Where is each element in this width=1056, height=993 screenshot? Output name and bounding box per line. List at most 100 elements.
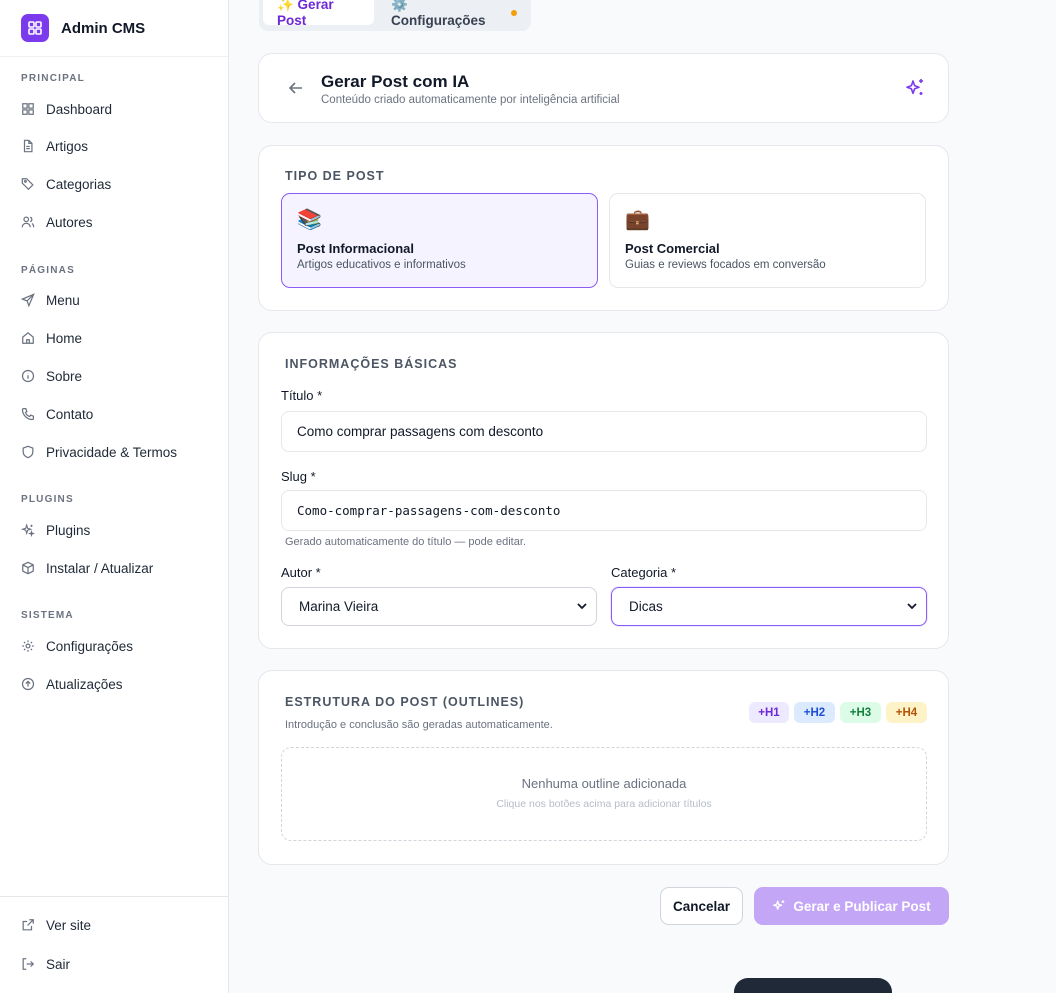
users-icon xyxy=(21,215,35,229)
tab-configuracoes[interactable]: ⚙️ Configurações xyxy=(377,0,531,28)
sidebar-item-autores[interactable]: Autores xyxy=(21,211,93,233)
brand-name: Admin CMS xyxy=(61,19,146,37)
empty-subtitle: Clique nos botões acima para adicionar t… xyxy=(496,798,712,810)
sparkle-icon xyxy=(773,900,785,910)
sidebar-item-label: Sobre xyxy=(46,368,83,384)
title-input[interactable]: Como comprar passagens com desconto xyxy=(281,411,927,452)
author-select-value: Marina Vieira xyxy=(299,599,379,614)
sidebar-item-label: Sair xyxy=(46,956,71,972)
generate-publish-button[interactable]: Gerar e Publicar Post xyxy=(754,887,949,925)
section-subtitle: Introdução e conclusão são geradas autom… xyxy=(285,719,553,731)
outlines-empty-state: Nenhuma outline adicionada Clique nos bo… xyxy=(281,747,927,841)
post-type-comercial[interactable]: 💼 Post Comercial Guias e reviews focados… xyxy=(609,193,926,288)
section-label-paginas: PÁGINAS xyxy=(21,265,75,276)
slug-label: Slug * xyxy=(281,469,316,484)
basic-info-card: INFORMAÇÕES BÁSICAS Título * Como compra… xyxy=(258,332,949,649)
add-h1-button[interactable]: +H1 xyxy=(749,702,789,723)
sidebar-item-label: Ver site xyxy=(46,917,92,933)
dashboard-icon xyxy=(21,102,35,116)
sidebar-item-label: Privacidade & Termos xyxy=(46,444,178,460)
sidebar-item-atualizacoes[interactable]: Atualizações xyxy=(21,673,123,695)
post-type-desc: Artigos educativos e informativos xyxy=(297,259,466,271)
section-title: INFORMAÇÕES BÁSICAS xyxy=(285,357,458,371)
sidebar-item-label: Dashboard xyxy=(46,101,113,117)
tag-icon xyxy=(21,177,35,191)
category-label: Categoria * xyxy=(611,565,677,580)
author-label: Autor * xyxy=(281,565,321,580)
cancel-button[interactable]: Cancelar xyxy=(660,887,743,925)
title-label: Título * xyxy=(281,388,323,403)
sidebar-item-ver-site[interactable]: Ver site xyxy=(21,914,91,936)
phone-icon xyxy=(21,407,35,421)
generate-publish-label: Gerar e Publicar Post xyxy=(793,898,931,914)
section-title: ESTRUTURA DO POST (OUTLINES) xyxy=(285,695,525,709)
books-icon: 📚 xyxy=(297,209,322,231)
empty-title: Nenhuma outline adicionada xyxy=(521,776,687,791)
author-select[interactable]: Marina Vieira xyxy=(281,587,597,626)
chevron-down-icon xyxy=(577,603,587,610)
sidebar-item-menu[interactable]: Menu xyxy=(21,289,80,311)
sidebar-item-label: Menu xyxy=(46,292,80,308)
home-icon xyxy=(21,331,35,345)
page-header: Gerar Post com IA Conteúdo criado automa… xyxy=(258,53,949,123)
sidebar-item-label: Contato xyxy=(46,406,94,422)
sidebar-item-plugins[interactable]: Plugins xyxy=(21,519,90,541)
sidebar-item-label: Plugins xyxy=(46,522,91,538)
section-label-plugins: PLUGINS xyxy=(21,494,74,505)
page-subtitle: Conteúdo criado automaticamente por inte… xyxy=(321,94,620,106)
add-h2-button[interactable]: +H2 xyxy=(794,702,835,723)
post-type-informacional[interactable]: 📚 Post Informacional Artigos educativos … xyxy=(281,193,598,288)
sidebar-item-label: Instalar / Atualizar xyxy=(46,560,154,576)
sparkle-icon xyxy=(21,523,35,537)
sidebar-item-artigos[interactable]: Artigos xyxy=(21,135,88,157)
notification-dot xyxy=(511,9,517,16)
sidebar-item-dashboard[interactable]: Dashboard xyxy=(21,98,112,120)
sidebar-item-configuracoes[interactable]: Configurações xyxy=(21,635,133,657)
floating-toolbar[interactable] xyxy=(734,978,892,993)
back-arrow-icon[interactable] xyxy=(287,79,305,97)
sidebar-item-home[interactable]: Home xyxy=(21,327,82,349)
category-select-value: Dicas xyxy=(629,599,663,614)
slug-input[interactable]: Como-comprar-passagens-com-desconto xyxy=(281,490,927,531)
outlines-card: ESTRUTURA DO POST (OUTLINES) Introdução … xyxy=(258,670,949,865)
brand[interactable]: Admin CMS xyxy=(0,0,228,57)
package-icon xyxy=(21,561,35,575)
sidebar-item-instalar[interactable]: Instalar / Atualizar xyxy=(21,557,153,579)
sidebar-item-categorias[interactable]: Categorias xyxy=(21,173,111,195)
gear-icon xyxy=(21,639,35,653)
chevron-down-icon xyxy=(907,603,917,610)
upload-icon xyxy=(21,677,35,691)
logout-icon xyxy=(21,957,35,971)
sparkle-icon xyxy=(904,77,926,99)
sidebar-item-privacidade[interactable]: Privacidade & Termos xyxy=(21,441,177,463)
sidebar-item-label: Home xyxy=(46,330,83,346)
sidebar-item-contato[interactable]: Contato xyxy=(21,403,93,425)
sidebar-item-label: Configurações xyxy=(46,638,134,654)
tab-bar: ✨ Gerar Post ⚙️ Configurações xyxy=(259,0,531,31)
post-type-title: Post Comercial xyxy=(625,241,720,256)
add-h4-button[interactable]: +H4 xyxy=(886,702,927,723)
sidebar-footer xyxy=(0,896,228,993)
briefcase-icon: 💼 xyxy=(625,209,650,231)
section-title: TIPO DE POST xyxy=(285,169,385,183)
post-type-title: Post Informacional xyxy=(297,241,415,256)
sidebar-item-label: Artigos xyxy=(46,138,89,154)
sidebar-item-sobre[interactable]: Sobre xyxy=(21,365,82,387)
section-label-sistema: SISTEMA xyxy=(21,610,74,621)
sidebar-item-label: Categorias xyxy=(46,176,112,192)
send-icon xyxy=(21,293,35,307)
category-select[interactable]: Dicas xyxy=(611,587,927,626)
sidebar-item-sair[interactable]: Sair xyxy=(21,953,70,975)
post-type-card: TIPO DE POST 📚 Post Informacional Artigo… xyxy=(258,145,949,311)
info-icon xyxy=(21,369,35,383)
page-title: Gerar Post com IA xyxy=(321,72,470,91)
post-type-desc: Guias e reviews focados em conversão xyxy=(625,259,826,271)
section-label-principal: PRINCIPAL xyxy=(21,73,85,84)
add-h3-button[interactable]: +H3 xyxy=(840,702,881,723)
external-link-icon xyxy=(21,918,35,932)
tab-gerar-post[interactable]: ✨ Gerar Post xyxy=(263,0,374,28)
shield-icon xyxy=(21,445,35,459)
file-icon xyxy=(21,139,35,153)
sidebar: Admin CMS PRINCIPAL Dashboard Artigos Ca… xyxy=(0,0,229,993)
slug-hint: Gerado automaticamente do título — pode … xyxy=(285,536,526,548)
